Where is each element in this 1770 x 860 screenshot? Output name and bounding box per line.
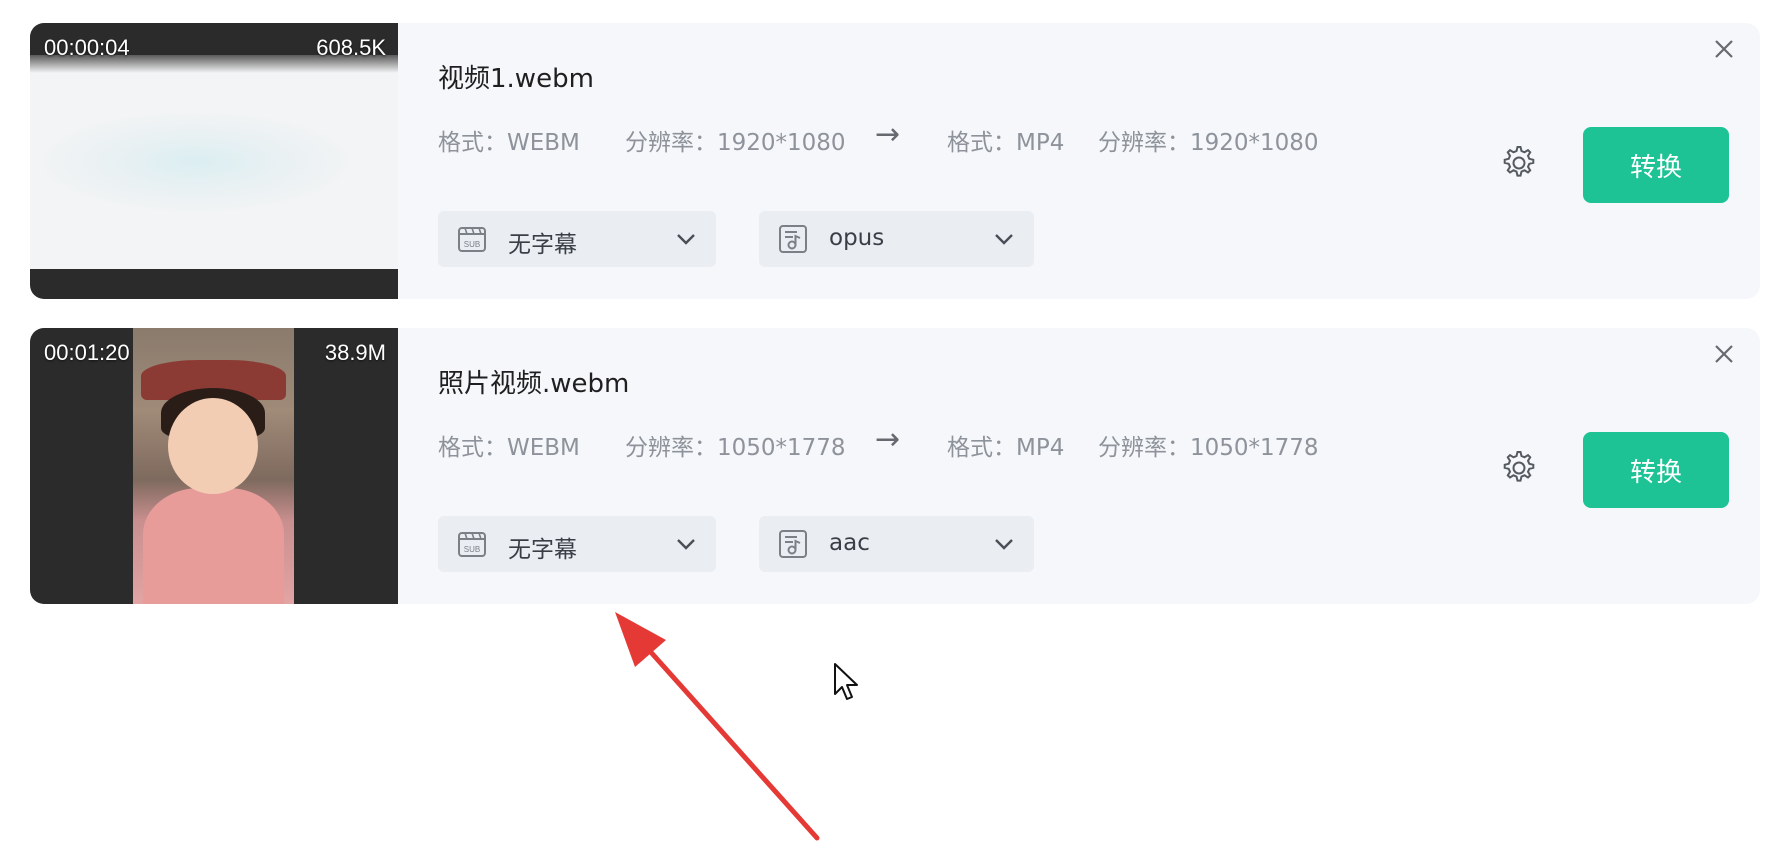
thumbnail-frame (30, 55, 398, 269)
close-icon[interactable] (1710, 35, 1738, 63)
video-duration: 00:00:04 (44, 35, 130, 60)
chevron-down-icon (995, 539, 1013, 550)
subtitle-select[interactable]: SUB 无字幕 (438, 211, 716, 267)
file-size: 38.9M (324, 340, 386, 365)
audio-select[interactable]: opus (759, 211, 1034, 267)
thumbnail-frame (133, 328, 294, 604)
convert-button[interactable]: 转换 (1583, 127, 1729, 203)
target-format: 格式：MP4 (947, 130, 1065, 156)
video-thumbnail[interactable]: 00:01:20 38.9M (30, 328, 398, 604)
target-resolution: 分辨率：1050*1778 (1098, 435, 1319, 461)
subtitle-select[interactable]: SUB 无字幕 (438, 516, 716, 572)
arrow-right-icon: → (875, 117, 901, 152)
source-format: 格式：WEBM (438, 435, 580, 461)
file-card: 00:01:20 38.9M 照片视频.webm 格式：WEBM 分辨率：105… (30, 328, 1760, 604)
thumbnail-figure-body (143, 488, 284, 604)
audio-value: opus (829, 225, 885, 251)
svg-text:SUB: SUB (464, 545, 480, 554)
audio-track-icon (779, 225, 807, 253)
chevron-down-icon (995, 234, 1013, 245)
thumbnail-figure-face (168, 398, 258, 494)
target-resolution: 分辨率：1920*1080 (1098, 130, 1319, 156)
file-card: 00:00:04 608.5K 视频1.webm 格式：WEBM 分辨率：192… (30, 23, 1760, 299)
convert-button[interactable]: 转换 (1583, 432, 1729, 508)
chevron-down-icon (677, 234, 695, 245)
subtitle-value: 无字幕 (508, 232, 577, 258)
gear-icon[interactable] (1499, 143, 1539, 183)
arrow-right-icon: → (875, 422, 901, 457)
audio-select[interactable]: aac (759, 516, 1034, 572)
video-thumbnail[interactable]: 00:00:04 608.5K (30, 23, 398, 299)
subtitle-value: 无字幕 (508, 537, 577, 563)
svg-text:SUB: SUB (464, 240, 480, 249)
target-format: 格式：MP4 (947, 435, 1065, 461)
chevron-down-icon (677, 539, 695, 550)
source-format: 格式：WEBM (438, 130, 580, 156)
file-name: 照片视频.webm (438, 369, 630, 399)
audio-value: aac (829, 530, 870, 556)
close-icon[interactable] (1710, 340, 1738, 368)
subtitle-icon: SUB (458, 532, 486, 557)
file-size: 608.5K (316, 35, 386, 60)
subtitle-icon: SUB (458, 227, 486, 252)
gear-icon[interactable] (1499, 448, 1539, 488)
source-resolution: 分辨率：1050*1778 (625, 435, 846, 461)
video-duration: 00:01:20 (44, 340, 130, 365)
file-name: 视频1.webm (438, 64, 594, 94)
source-resolution: 分辨率：1920*1080 (625, 130, 846, 156)
file-list: 00:00:04 608.5K 视频1.webm 格式：WEBM 分辨率：192… (0, 0, 1770, 860)
audio-track-icon (779, 530, 807, 558)
mouse-cursor-icon (834, 663, 858, 700)
